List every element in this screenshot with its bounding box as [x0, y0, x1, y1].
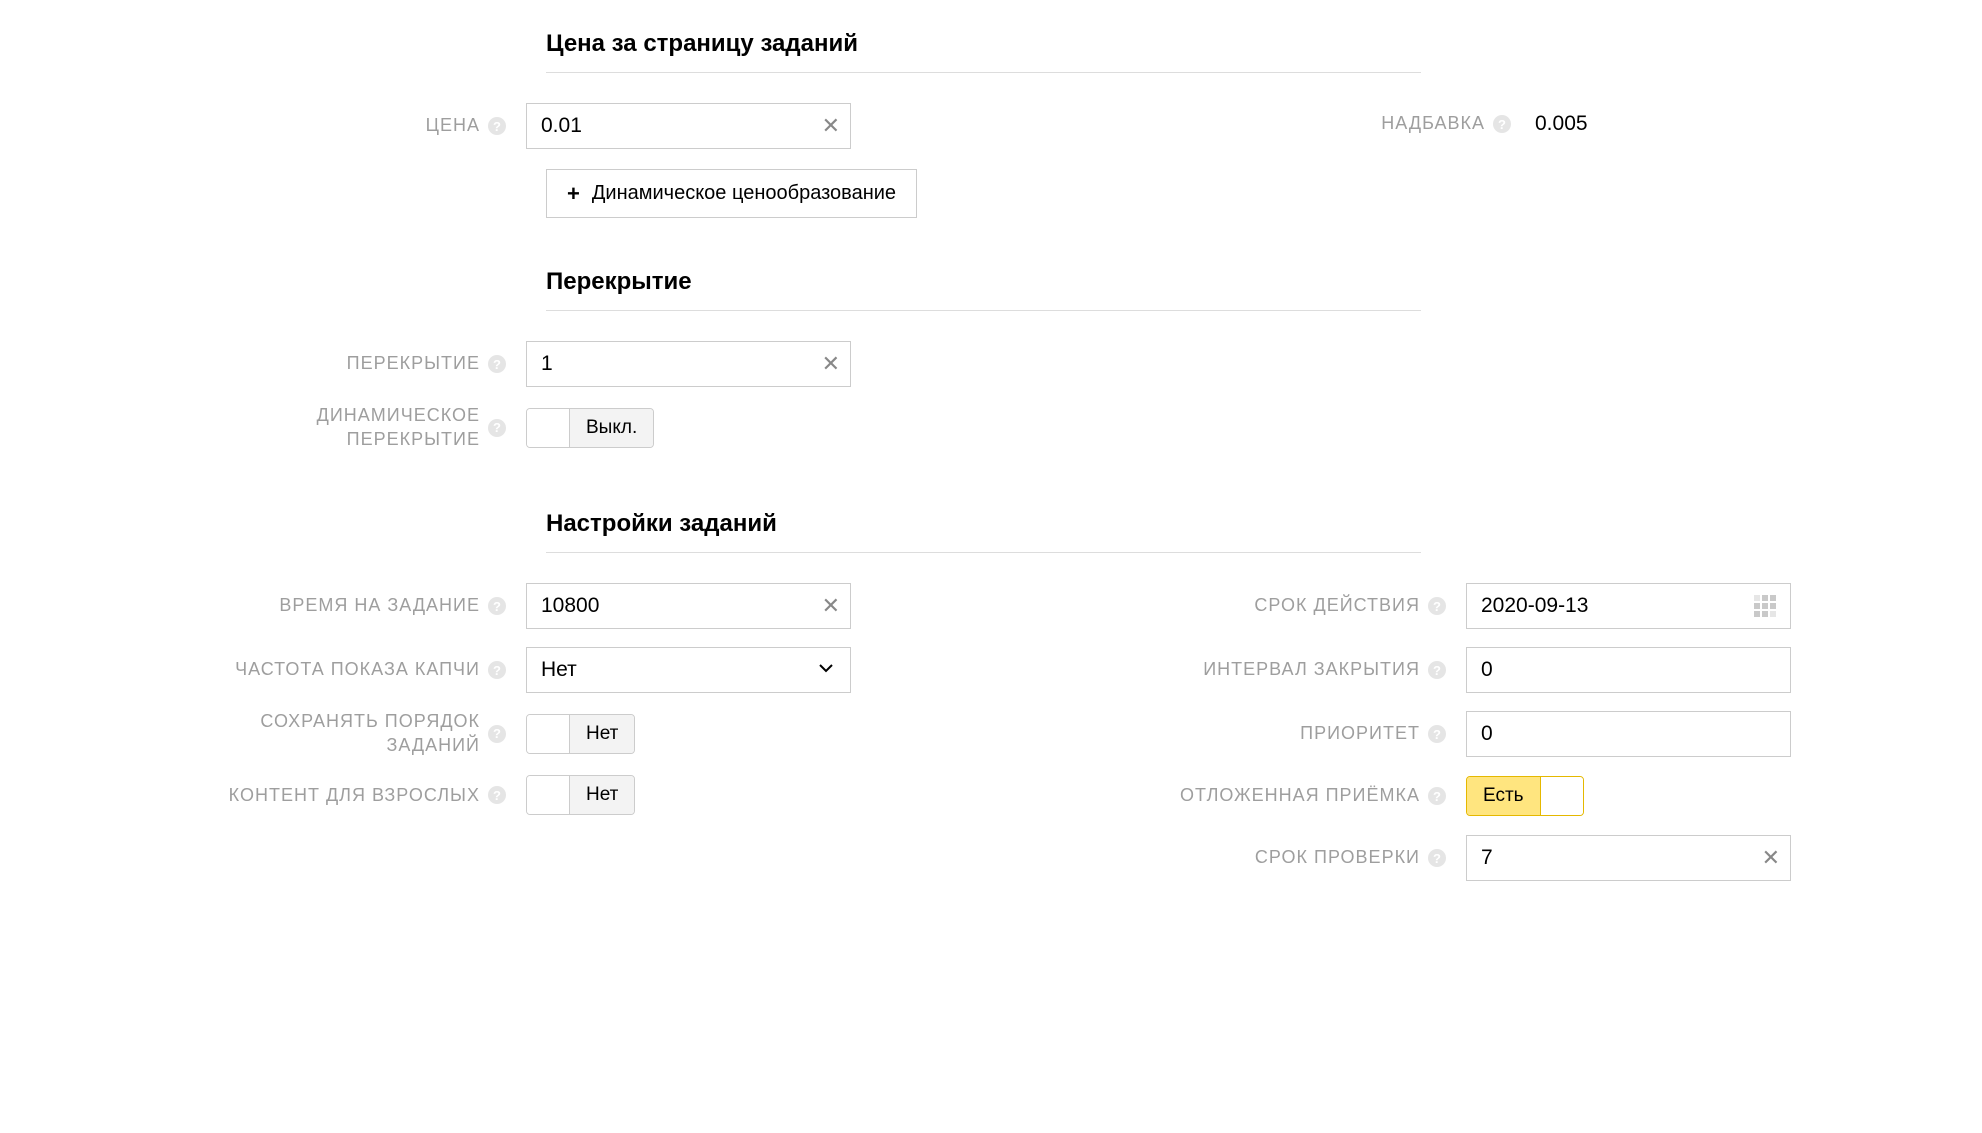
delayed-accept-label: ОТЛОЖЕННАЯ ПРИЁМКА: [1180, 785, 1420, 807]
delayed-accept-toggle[interactable]: Есть: [1466, 776, 1584, 816]
toggle-label: Нет: [569, 715, 634, 753]
help-icon[interactable]: ?: [488, 597, 506, 615]
calendar-icon[interactable]: [1754, 595, 1776, 617]
help-icon[interactable]: ?: [488, 355, 506, 373]
help-icon[interactable]: ?: [488, 661, 506, 679]
captcha-select[interactable]: Нет: [526, 647, 851, 693]
clear-icon[interactable]: ✕: [822, 115, 840, 137]
surcharge-label: НАДБАВКА: [1381, 113, 1485, 135]
help-icon[interactable]: ?: [488, 786, 506, 804]
section-header-price: Цена за страницу заданий: [546, 30, 1421, 73]
help-icon[interactable]: ?: [488, 725, 506, 743]
priority-label: ПРИОРИТЕТ: [1300, 723, 1420, 745]
toggle-knob: [1541, 777, 1583, 815]
toggle-knob: [527, 776, 569, 814]
help-icon[interactable]: ?: [1428, 849, 1446, 867]
help-icon[interactable]: ?: [488, 419, 506, 437]
close-interval-input[interactable]: [1467, 648, 1790, 692]
captcha-label: ЧАСТОТА ПОКАЗА КАПЧИ: [235, 659, 480, 681]
close-interval-label: ИНТЕРВАЛ ЗАКРЫТИЯ: [1203, 659, 1420, 681]
overlap-label: ПЕРЕКРЫТИЕ: [347, 353, 480, 375]
help-icon[interactable]: ?: [1493, 115, 1511, 133]
surcharge-value: 0.005: [1531, 112, 1588, 136]
price-input[interactable]: [527, 104, 850, 148]
keep-order-toggle[interactable]: Нет: [526, 714, 635, 754]
clear-icon[interactable]: ✕: [822, 353, 840, 375]
expiry-label: СРОК ДЕЙСТВИЯ: [1254, 595, 1420, 617]
review-period-label: СРОК ПРОВЕРКИ: [1255, 847, 1420, 869]
overlap-input-wrapper: ✕: [526, 341, 851, 387]
adult-label: КОНТЕНТ ДЛЯ ВЗРОСЛЫХ: [229, 785, 480, 807]
toggle-knob: [527, 409, 569, 447]
clear-icon[interactable]: ✕: [822, 595, 840, 617]
plus-icon: +: [567, 183, 580, 205]
expiry-input-wrapper: [1466, 583, 1791, 629]
add-dynamic-pricing-button[interactable]: + Динамическое ценообразование: [546, 169, 917, 218]
section-header-overlap: Перекрытие: [546, 268, 1421, 311]
dynamic-overlap-toggle[interactable]: Выкл.: [526, 408, 654, 448]
toggle-knob: [527, 715, 569, 753]
time-input[interactable]: [527, 584, 850, 628]
priority-input-wrapper: [1466, 711, 1791, 757]
section-header-tasks: Настройки заданий: [546, 510, 1421, 553]
toggle-label: Есть: [1467, 777, 1541, 815]
price-input-wrapper: ✕: [526, 103, 851, 149]
chevron-down-icon: [818, 658, 834, 682]
help-icon[interactable]: ?: [1428, 597, 1446, 615]
help-icon[interactable]: ?: [1428, 787, 1446, 805]
time-label: ВРЕМЯ НА ЗАДАНИЕ: [279, 595, 480, 617]
dynamic-overlap-label-2: ПЕРЕКРЫТИЕ: [347, 429, 480, 451]
adult-content-toggle[interactable]: Нет: [526, 775, 635, 815]
clear-icon[interactable]: ✕: [1762, 847, 1780, 869]
help-icon[interactable]: ?: [488, 117, 506, 135]
price-label: ЦЕНА: [426, 115, 480, 137]
time-input-wrapper: ✕: [526, 583, 851, 629]
overlap-input[interactable]: [527, 342, 850, 386]
keep-order-label-2: ЗАДАНИЙ: [386, 735, 480, 757]
toggle-label: Нет: [569, 776, 634, 814]
help-icon[interactable]: ?: [1428, 725, 1446, 743]
toggle-label: Выкл.: [569, 409, 653, 447]
priority-input[interactable]: [1467, 712, 1790, 756]
dynamic-overlap-label-1: ДИНАМИЧЕСКОЕ: [317, 405, 480, 427]
help-icon[interactable]: ?: [1428, 661, 1446, 679]
keep-order-label-1: СОХРАНЯТЬ ПОРЯДОК: [260, 711, 480, 733]
add-dynamic-pricing-label: Динамическое ценообразование: [592, 182, 896, 205]
captcha-select-value: Нет: [541, 658, 577, 682]
review-period-input-wrapper: ✕: [1466, 835, 1791, 881]
expiry-date-input[interactable]: [1467, 584, 1790, 628]
close-interval-input-wrapper: [1466, 647, 1791, 693]
review-period-input[interactable]: [1467, 836, 1790, 880]
